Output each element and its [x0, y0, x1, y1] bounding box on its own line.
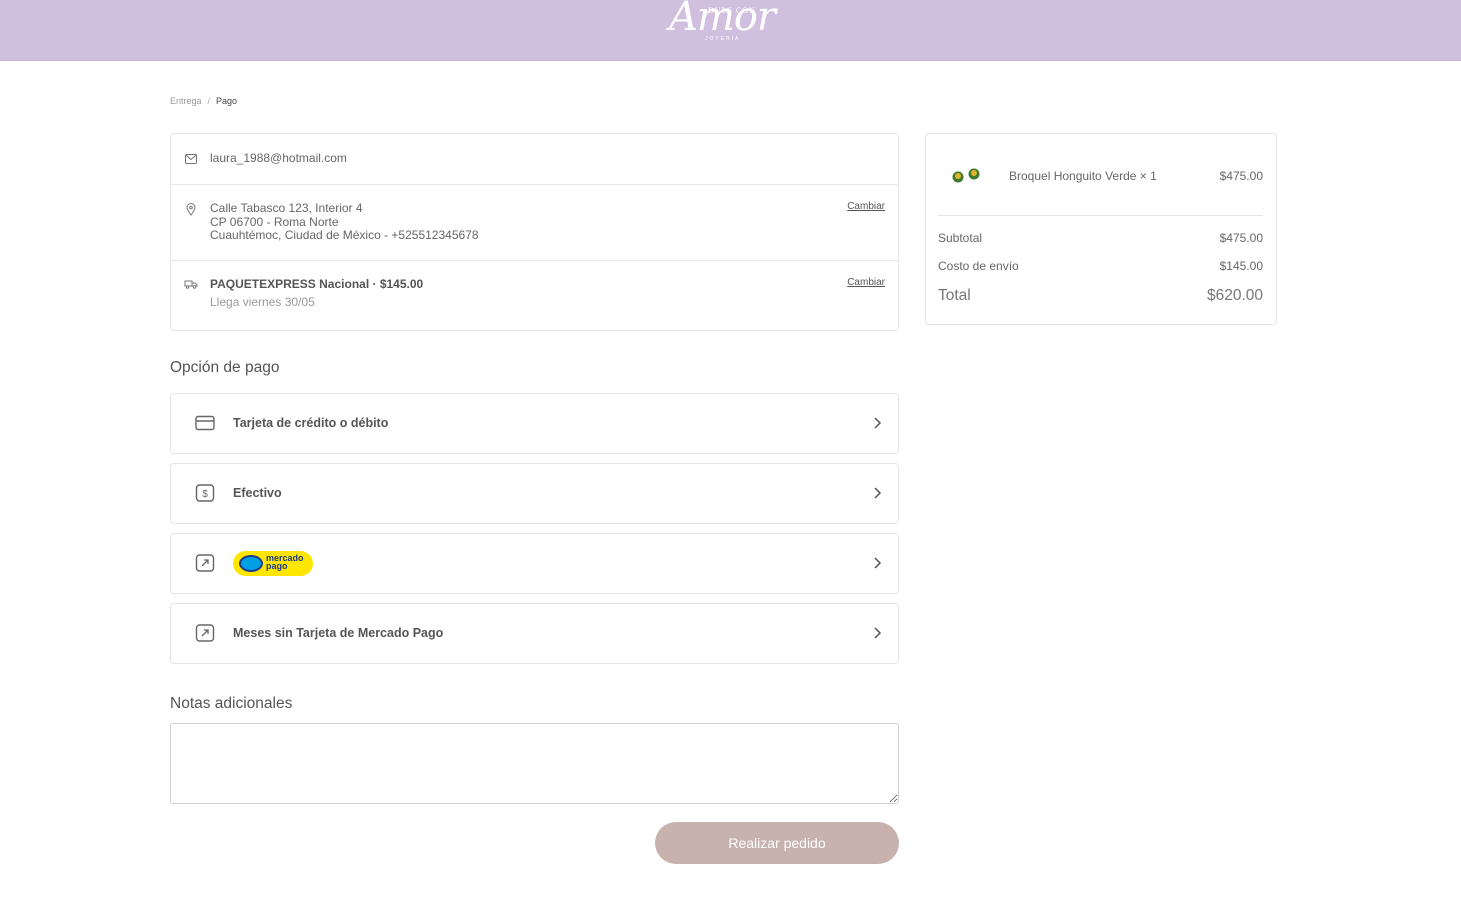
logo-sub-text: JOYERÍA [705, 36, 741, 42]
total-value: $620.00 [1206, 287, 1263, 304]
change-shipping-link[interactable]: Cambiar [847, 277, 885, 288]
shipping-cost-line: Costo de envío $145.00 [938, 259, 1263, 273]
mercado-pago-logo: mercado pago [233, 551, 313, 576]
subtotal-value: $475.00 [1219, 231, 1263, 245]
breadcrumb-separator: / [207, 96, 211, 106]
shipping-cost-value: $145.00 [1219, 259, 1263, 273]
payment-option-meses-sin-tarjeta[interactable]: Meses sin Tarjeta de Mercado Pago [170, 603, 899, 664]
payment-option-label: Meses sin Tarjeta de Mercado Pago [233, 626, 444, 640]
address-line-2: CP 06700 - Roma Norte [210, 214, 339, 229]
chevron-right-icon [874, 627, 882, 639]
order-summary-card: Broquel Honguito Verde × 1 $475.00 Subto… [925, 133, 1277, 325]
payment-option-label: Tarjeta de crédito o débito [233, 416, 389, 430]
mercado-pago-handshake-icon [239, 555, 263, 572]
external-link-icon [195, 554, 215, 572]
notes-textarea[interactable] [170, 723, 899, 804]
cash-icon: $ [195, 484, 215, 502]
payment-option-mercado-pago[interactable]: mercado pago [170, 533, 899, 594]
chevron-right-icon [874, 487, 882, 499]
shipping-eta: Llega viernes 30/05 [210, 295, 315, 309]
shipping-cost-label: Costo de envío [938, 259, 1019, 273]
external-link-icon [195, 624, 215, 642]
address-row: Calle Tabasco 123, Interior 4 CP 06700 -… [171, 185, 898, 261]
payment-option-label: Efectivo [233, 486, 282, 500]
shipping-method: PAQUETEXPRESS Nacional · $145.00 [210, 277, 424, 291]
payment-option-card[interactable]: Tarjeta de crédito o débito [170, 393, 899, 454]
breadcrumb-step-entrega[interactable]: Entrega [170, 96, 202, 106]
address-line-3: Cuauhtémoc, Ciudad de México - +52551234… [210, 228, 479, 242]
product-price: $475.00 [1219, 169, 1263, 183]
site-header: DULS CON Amor JOYERÍA [0, 0, 1461, 61]
notes-section-title: Notas adicionales [170, 695, 293, 712]
address-line-1: Calle Tabasco 123, Interior 4 [210, 201, 363, 215]
store-logo[interactable]: DULS CON Amor JOYERÍA [665, 0, 785, 46]
truck-icon [184, 280, 198, 289]
chevron-right-icon [874, 417, 882, 429]
subtotal-line: Subtotal $475.00 [938, 231, 1263, 245]
credit-card-icon [195, 415, 215, 431]
total-label: Total [938, 287, 971, 304]
svg-text:$: $ [202, 489, 208, 500]
payment-option-cash[interactable]: $ Efectivo [170, 463, 899, 524]
mercado-pago-logo-text: mercado pago [266, 554, 304, 571]
mercado-pago-logo-word-2: pago [266, 561, 288, 571]
payment-section-title: Opción de pago [170, 359, 280, 376]
shipping-row: PAQUETEXPRESS Nacional · $145.00 Llega v… [171, 261, 898, 331]
subtotal-label: Subtotal [938, 231, 983, 245]
breadcrumb-step-pago: Pago [216, 96, 238, 106]
place-order-button[interactable]: Realizar pedido [655, 822, 899, 864]
contact-row: laura_1988@hotmail.com [171, 134, 898, 185]
location-pin-icon [186, 203, 196, 216]
mail-icon [185, 154, 197, 164]
breadcrumb: Entrega / Pago [170, 96, 237, 106]
contact-email: laura_1988@hotmail.com [210, 151, 347, 165]
chevron-right-icon [874, 557, 882, 569]
product-name: Broquel Honguito Verde × 1 [1009, 169, 1157, 183]
checkout-summary-card: laura_1988@hotmail.com Calle Tabasco 123… [170, 133, 899, 331]
logo-script-text: Amor [669, 0, 776, 40]
total-line: Total $620.00 [938, 287, 1263, 305]
summary-divider [938, 215, 1263, 216]
change-address-link[interactable]: Cambiar [847, 201, 885, 212]
product-thumbnail[interactable] [948, 162, 988, 192]
